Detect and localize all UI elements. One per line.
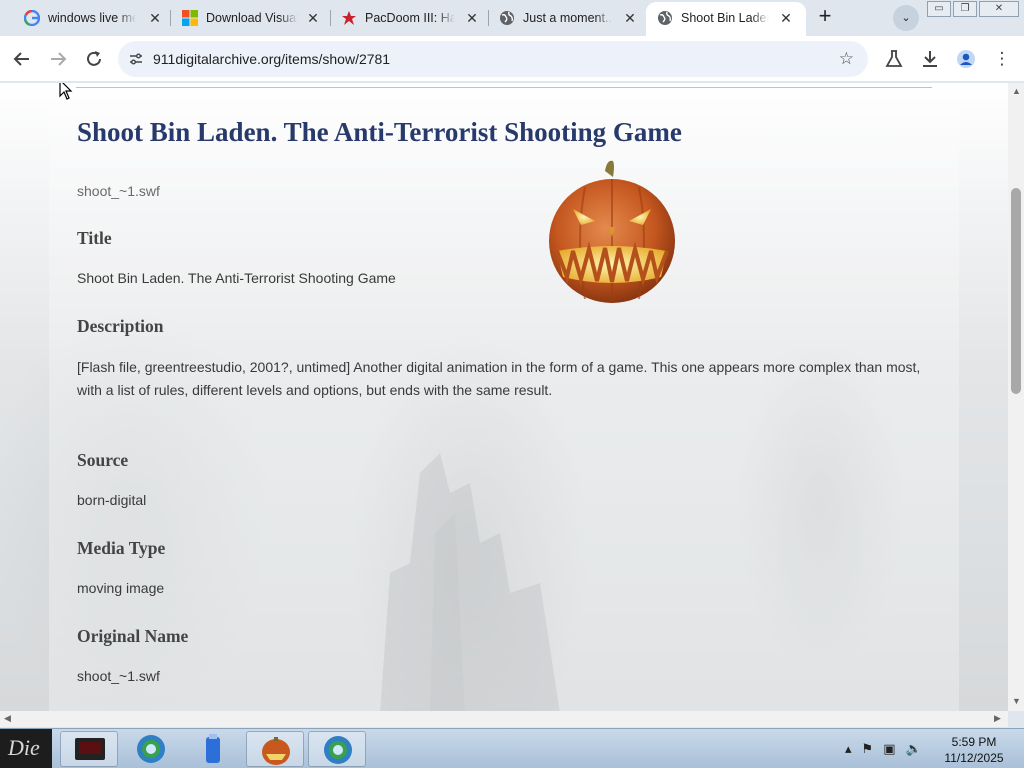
arrow-right-icon: [51, 52, 67, 66]
close-tab-icon[interactable]: ✕: [621, 9, 639, 27]
field-label-original-name: Original Name: [77, 626, 189, 646]
reload-button[interactable]: [82, 47, 106, 71]
browser-toolbar: 911digitalarchive.org/items/show/2781 ☆ …: [0, 36, 1024, 82]
url-text[interactable]: 911digitalarchive.org/items/show/2781: [153, 51, 390, 67]
field-value-media-type: moving image: [77, 580, 165, 596]
address-bar[interactable]: 911digitalarchive.org/items/show/2781 ☆: [118, 41, 868, 77]
volume-muted-icon[interactable]: 🔈: [905, 741, 921, 757]
chevron-down-icon: ⌄: [901, 12, 911, 24]
flag-icon[interactable]: ⚑: [862, 741, 874, 757]
bottle-icon: [206, 734, 220, 763]
field-label-media-type: Media Type: [77, 538, 166, 558]
globe-icon: [500, 11, 514, 25]
browser-globe-icon: [324, 736, 352, 764]
clock-date: 11/12/2025: [944, 751, 1004, 765]
back-button[interactable]: [10, 47, 34, 71]
reload-icon: [87, 51, 101, 66]
flask-icon: [885, 50, 903, 67]
downloads-button[interactable]: [918, 47, 942, 71]
pumpkin-image[interactable]: [545, 159, 679, 304]
scroll-up-icon[interactable]: ▲: [1012, 86, 1021, 96]
tab-title: Just a moment...: [523, 11, 613, 25]
horizontal-scrollbar[interactable]: ◀ ▶: [0, 711, 1008, 727]
taskbar-app-tool[interactable]: [184, 731, 242, 767]
tab-title: windows live me: [48, 11, 136, 25]
new-tab-button[interactable]: +: [814, 5, 836, 28]
clock[interactable]: 5:59 PM 11/12/2025: [938, 734, 1010, 766]
close-window-button[interactable]: ✕: [979, 1, 1019, 17]
field-label-description: Description: [77, 316, 164, 336]
browser-globe-icon: [137, 735, 165, 763]
avatar-icon: [957, 50, 975, 68]
close-tab-icon[interactable]: ✕: [777, 9, 795, 27]
media-player-icon: [75, 738, 105, 760]
site-info-icon[interactable]: [127, 50, 145, 68]
taskbar-app-browser[interactable]: [122, 731, 180, 767]
tab-title: Shoot Bin Laden: [681, 11, 769, 25]
field-label-title: Title: [77, 228, 112, 248]
field-value-source: born-digital: [77, 492, 147, 508]
scrollbar-thumb[interactable]: [1011, 188, 1021, 394]
tab-pacdoom[interactable]: PacDoom III: Hal ✕: [317, 2, 487, 34]
field-label-source: Source: [77, 450, 129, 470]
download-icon: [923, 51, 937, 67]
scroll-down-icon[interactable]: ▼: [1012, 696, 1021, 706]
page-viewport: Shoot Bin Laden. The Anti-Terrorist Shoo…: [0, 83, 1008, 711]
google-icon: [24, 10, 40, 26]
arrow-left-icon: [13, 52, 29, 66]
tray-expand-icon[interactable]: ▴: [845, 741, 852, 757]
tab-title: PacDoom III: Hal: [365, 11, 455, 25]
restore-button[interactable]: ❐: [953, 1, 977, 17]
forward-button[interactable]: [46, 47, 70, 71]
scroll-left-icon[interactable]: ◀: [4, 713, 11, 724]
tab-search-button[interactable]: ⌄: [893, 5, 919, 31]
pacdoom-icon: [342, 11, 356, 25]
globe-icon: [658, 11, 672, 25]
menu-button[interactable]: ⋮: [990, 47, 1014, 71]
tab-title: Download Visual: [206, 11, 298, 25]
profile-button[interactable]: [954, 47, 978, 71]
tab-download-visual[interactable]: Download Visual ✕: [158, 2, 328, 34]
start-button[interactable]: Die: [0, 729, 52, 768]
page-title: Shoot Bin Laden. The Anti-Terrorist Shoo…: [77, 117, 682, 147]
microsoft-icon: [182, 10, 198, 26]
kebab-menu-icon: ⋮: [993, 49, 1011, 68]
taskbar-app-media[interactable]: [60, 731, 118, 767]
pumpkin-icon: [262, 737, 290, 765]
tab-just-a-moment[interactable]: Just a moment... ✕: [475, 2, 645, 34]
field-value-title: Shoot Bin Laden. The Anti-Terrorist Shoo…: [77, 270, 396, 286]
taskbar-app-pumpkin[interactable]: [246, 731, 304, 767]
clock-time: 5:59 PM: [951, 735, 997, 749]
network-icon[interactable]: ▣: [883, 741, 895, 757]
system-tray: ▴ ⚑ ▣ 🔈: [845, 741, 922, 757]
divider: [76, 87, 932, 88]
taskbar: Die ▴ ⚑ ▣ 🔈 5:59 PM 11/12/2025: [0, 728, 1024, 768]
start-label: Die: [8, 735, 40, 760]
vertical-scrollbar[interactable]: ▲ ▼: [1008, 83, 1024, 711]
taskbar-app-chrome[interactable]: [308, 731, 366, 767]
file-link[interactable]: shoot_~1.swf: [77, 183, 160, 199]
bookmark-star-icon[interactable]: ☆: [839, 49, 854, 69]
field-value-original-name: shoot_~1.swf: [77, 668, 160, 684]
labs-button[interactable]: [882, 47, 906, 71]
minimize-button[interactable]: ▭: [927, 1, 951, 17]
window-controls: ▭ ❐ ✕: [927, 1, 1019, 19]
tab-strip: windows live me ✕ Download Visual ✕ PacD…: [0, 0, 1024, 36]
tab-shoot-bin-laden[interactable]: Shoot Bin Laden ✕: [646, 2, 806, 36]
scroll-right-icon[interactable]: ▶: [994, 713, 1001, 724]
field-value-description: [Flash file, greentreestudio, 2001?, unt…: [77, 359, 921, 398]
mouse-cursor-icon: [59, 83, 73, 100]
tab-windows-live[interactable]: windows live me ✕: [0, 2, 168, 34]
